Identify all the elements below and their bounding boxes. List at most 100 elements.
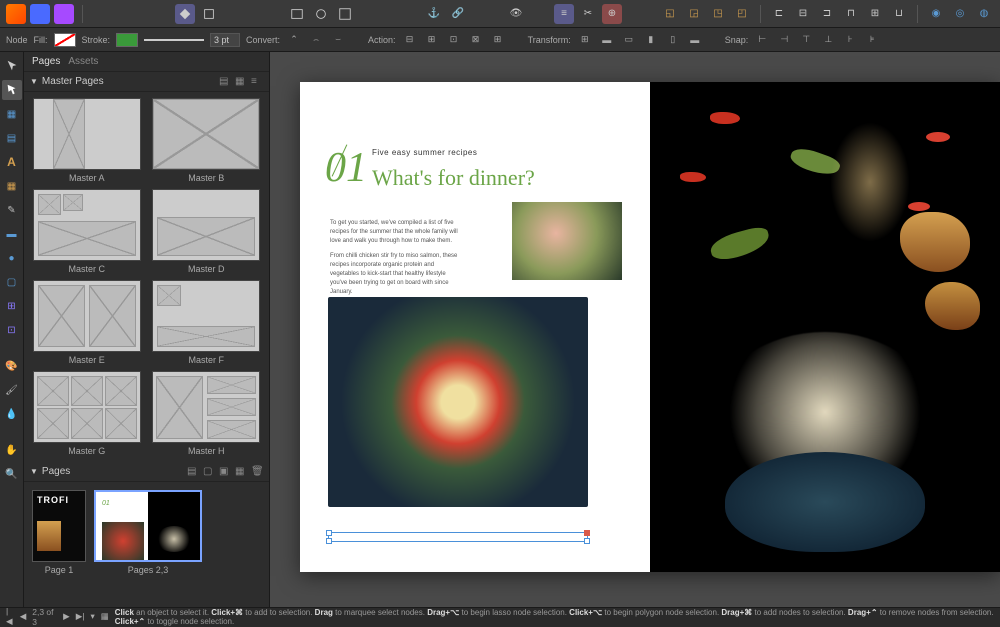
- pages-opt1-icon[interactable]: ▤: [187, 466, 199, 478]
- last-page-icon[interactable]: ▶|: [76, 611, 85, 622]
- recipe-body[interactable]: To get you started, we've compiled a lis…: [330, 219, 460, 297]
- align-right-icon[interactable]: ⊐: [817, 4, 837, 24]
- spread-view-icon[interactable]: ▦: [101, 611, 109, 622]
- disclosure-triangle-icon[interactable]: ▼: [30, 467, 38, 476]
- align-middle-icon[interactable]: ⊞: [865, 4, 885, 24]
- move-tool-icon[interactable]: [2, 56, 22, 76]
- transform-3-icon[interactable]: ▭: [621, 32, 637, 48]
- arrange-forward-icon[interactable]: ◳: [708, 4, 728, 24]
- snap-1-icon[interactable]: ⊢: [754, 32, 770, 48]
- align-top-icon[interactable]: ⊓: [841, 4, 861, 24]
- tab-assets[interactable]: Assets: [68, 56, 98, 67]
- master-e-item[interactable]: Master E: [30, 280, 144, 365]
- snap-6-icon[interactable]: ⊧: [864, 32, 880, 48]
- salmon-image[interactable]: [512, 202, 622, 280]
- view-mode2-icon[interactable]: [199, 4, 219, 24]
- table-tool-icon[interactable]: ▦: [2, 176, 22, 196]
- picture-frame-tool-icon[interactable]: ⊞: [2, 296, 22, 316]
- artistic-text-tool-icon[interactable]: A: [2, 152, 22, 172]
- action-close-icon[interactable]: ⊞: [424, 32, 440, 48]
- next-page-icon[interactable]: ▶: [63, 611, 70, 622]
- zoom-tool-icon[interactable]: 🔍: [2, 464, 22, 484]
- pages-opt3-icon[interactable]: ▣: [219, 466, 231, 478]
- view-mode-icon[interactable]: [175, 4, 195, 24]
- boolean-subtract-icon[interactable]: ◎: [950, 4, 970, 24]
- arrange-front-icon[interactable]: ◰: [732, 4, 752, 24]
- pages-header-row[interactable]: ▼ Pages ▤ ▢ ▣ ▦ 🗑: [24, 462, 269, 482]
- rounded-rect-tool-icon[interactable]: ▢: [2, 272, 22, 292]
- transform-1-icon[interactable]: ⊞: [577, 32, 593, 48]
- master-b-item[interactable]: Master B: [150, 98, 264, 183]
- disclosure-triangle-icon[interactable]: ▼: [30, 77, 38, 86]
- selection-handle-icon[interactable]: [326, 538, 332, 544]
- align-center-icon[interactable]: ⊟: [793, 4, 813, 24]
- master-pages-header[interactable]: ▼ Master Pages ▤ ▦ ≡: [24, 72, 269, 92]
- vector-crop-tool-icon[interactable]: ⊡: [2, 320, 22, 340]
- selection-handle-icon[interactable]: [584, 530, 590, 536]
- stroke-swatch[interactable]: [116, 33, 138, 47]
- boolean-intersect-icon[interactable]: ◍: [974, 4, 994, 24]
- insert-shape-icon[interactable]: [311, 4, 331, 24]
- text-tool-icon[interactable]: ▦: [2, 104, 22, 124]
- color-picker-tool-icon[interactable]: 💧: [2, 404, 22, 424]
- action-join-icon[interactable]: ⊠: [468, 32, 484, 48]
- persona-photo-icon[interactable]: [54, 4, 74, 24]
- master-d-item[interactable]: Master D: [150, 189, 264, 274]
- selection-handle-icon[interactable]: [326, 530, 332, 536]
- fill-tool-icon[interactable]: 🎨: [2, 356, 22, 376]
- fill-swatch[interactable]: [54, 33, 76, 47]
- master-c-item[interactable]: Master C: [30, 189, 144, 274]
- bowl-image[interactable]: [328, 297, 588, 507]
- page-menu-icon[interactable]: ▾: [90, 611, 94, 622]
- insert-text-icon[interactable]: [335, 4, 355, 24]
- snap-icon[interactable]: ⊕: [602, 4, 622, 24]
- transform-2-icon[interactable]: ▬: [599, 32, 615, 48]
- persona-designer-icon[interactable]: [30, 4, 50, 24]
- first-page-icon[interactable]: |◀: [6, 606, 14, 627]
- master-f-item[interactable]: Master F: [150, 280, 264, 365]
- convert-sharp-icon[interactable]: ⌃: [286, 32, 302, 48]
- preview-icon[interactable]: 👁: [506, 4, 526, 24]
- link-icon[interactable]: 🔗: [448, 4, 468, 24]
- master-g-item[interactable]: Master G: [30, 371, 144, 456]
- selected-text-frame[interactable]: [328, 532, 588, 542]
- stroke-preview[interactable]: [144, 39, 204, 41]
- arrange-back-icon[interactable]: ◱: [660, 4, 680, 24]
- rectangle-tool-icon[interactable]: ▬: [2, 224, 22, 244]
- pages-2-3-item[interactable]: Pages 2,3: [94, 490, 202, 575]
- convert-smooth-icon[interactable]: ⌢: [308, 32, 324, 48]
- selection-handle-icon[interactable]: [584, 538, 590, 544]
- frame-text-tool-icon[interactable]: ▤: [2, 128, 22, 148]
- spread[interactable]: 01 Five easy summer recipes What's for d…: [300, 82, 1000, 572]
- transform-5-icon[interactable]: ▯: [665, 32, 681, 48]
- page-right[interactable]: [650, 82, 1000, 572]
- page-1-item[interactable]: TROFI Page 1: [32, 490, 86, 575]
- convert-smart-icon[interactable]: ⌣: [330, 32, 346, 48]
- arrange-backward-icon[interactable]: ◲: [684, 4, 704, 24]
- master-menu-icon[interactable]: ≡: [251, 76, 263, 88]
- node-tool-icon[interactable]: [2, 80, 22, 100]
- snap-2-icon[interactable]: ⊣: [776, 32, 792, 48]
- stroke-width-input[interactable]: [210, 33, 240, 47]
- action-break-icon[interactable]: ⊟: [402, 32, 418, 48]
- page-left[interactable]: 01 Five easy summer recipes What's for d…: [300, 82, 650, 572]
- pages-opt2-icon[interactable]: ▢: [203, 466, 215, 478]
- pages-add-icon[interactable]: ▦: [235, 466, 247, 478]
- boolean-add-icon[interactable]: ◉: [926, 4, 946, 24]
- insert-image-icon[interactable]: [287, 4, 307, 24]
- recipe-number[interactable]: 01: [325, 144, 367, 192]
- pen-tool-icon[interactable]: ✎: [2, 200, 22, 220]
- action-smooth-icon[interactable]: ⊡: [446, 32, 462, 48]
- prev-page-icon[interactable]: ◀: [20, 611, 27, 622]
- snap-3-icon[interactable]: ⊤: [798, 32, 814, 48]
- master-options-icon[interactable]: ▤: [219, 76, 231, 88]
- tab-pages[interactable]: Pages: [32, 56, 60, 67]
- master-add-icon[interactable]: ▦: [235, 76, 247, 88]
- canvas[interactable]: 01 Five easy summer recipes What's for d…: [270, 52, 1000, 607]
- transparency-tool-icon[interactable]: 🖌: [2, 380, 22, 400]
- baseline-icon[interactable]: ≡: [554, 4, 574, 24]
- action-reverse-icon[interactable]: ⊞: [490, 32, 506, 48]
- pages-delete-icon[interactable]: 🗑: [251, 466, 263, 478]
- align-bottom-icon[interactable]: ⊔: [889, 4, 909, 24]
- anchor-icon[interactable]: ⚓: [424, 4, 444, 24]
